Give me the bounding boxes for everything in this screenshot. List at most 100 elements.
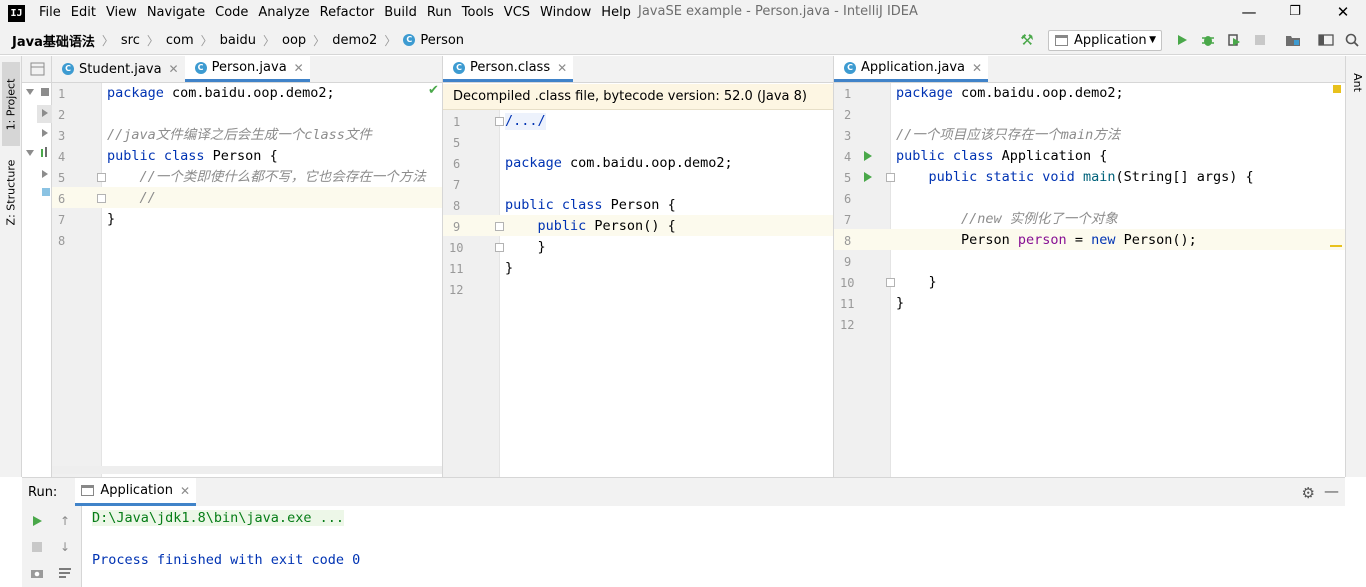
code-line[interactable]: public class Person { (505, 197, 676, 214)
code-line[interactable]: } (896, 295, 904, 312)
menu-edit[interactable]: Edit (66, 0, 101, 26)
arrow-down-icon[interactable]: ↓ (58, 540, 72, 554)
ant-tool-tab[interactable]: Ant (1348, 62, 1366, 102)
code-line[interactable]: } (107, 211, 115, 228)
breadcrumb-person-label: Person (420, 32, 465, 48)
fold-marker-icon[interactable] (97, 173, 106, 182)
project-tool-tab[interactable]: 1: Project (2, 62, 20, 146)
search-everywhere-icon[interactable] (1343, 31, 1361, 49)
minimize-panel-icon[interactable]: — (1324, 482, 1339, 500)
fold-marker-icon[interactable] (495, 243, 504, 252)
camera-icon[interactable] (30, 566, 44, 580)
breadcrumb-com[interactable]: com (166, 33, 194, 48)
breadcrumb-person[interactable]: C Person (403, 33, 464, 48)
menu-refactor[interactable]: Refactor (315, 0, 380, 26)
code-line[interactable]: } (505, 239, 546, 256)
close-tab-icon[interactable]: ✕ (557, 61, 567, 75)
intellij-logo-icon: IJ (8, 4, 25, 22)
breadcrumb-demo2[interactable]: demo2 (332, 33, 377, 48)
code-line[interactable]: } (896, 274, 937, 291)
close-tab-icon[interactable]: ✕ (972, 61, 982, 75)
line-number: 9 (844, 255, 852, 269)
menu-window[interactable]: Window (535, 0, 596, 26)
code-line[interactable]: package com.baidu.oop.demo2; (896, 85, 1124, 102)
project-tree-icons[interactable] (22, 84, 52, 224)
console-output[interactable]: D:\Java\jdk1.8\bin\java.exe ... Process … (92, 508, 360, 571)
gear-icon[interactable]: ⚙ (1302, 484, 1315, 502)
tab-student-java[interactable]: C Student.java ✕ (52, 56, 185, 82)
code-line[interactable]: } (505, 260, 513, 277)
menu-view[interactable]: View (101, 0, 142, 26)
collapse-all-icon[interactable] (22, 56, 52, 83)
code-line[interactable]: //new 实例化了一个对象 (896, 211, 1118, 228)
line-number: 4 (844, 150, 852, 164)
breadcrumb-baidu[interactable]: baidu (220, 33, 256, 48)
menu-analyze[interactable]: Analyze (253, 0, 314, 26)
build-hammer-icon[interactable]: ⚒ (1018, 31, 1036, 49)
fold-marker-icon[interactable] (495, 222, 504, 231)
close-tab-icon[interactable]: ✕ (169, 62, 179, 76)
debug-icon[interactable] (1199, 31, 1217, 49)
code-line[interactable]: //一个类即使什么都不写，它也会存在一个方法 (107, 169, 426, 186)
fold-marker-icon[interactable] (495, 117, 504, 126)
menu-code[interactable]: Code (210, 0, 253, 26)
tab-person-class[interactable]: C Person.class ✕ (443, 56, 574, 82)
run-main-gutter-icon[interactable] (864, 172, 872, 182)
close-tab-icon[interactable]: ✕ (180, 484, 190, 498)
editor-pane-person-class: C Person.class ✕ Decompiled .class file, b… (443, 56, 834, 477)
menu-build[interactable]: Build (379, 0, 422, 26)
arrow-up-icon[interactable]: ↑ (58, 514, 72, 528)
editor-pane-application-java: C Application.java ✕ 1 2 3 4 5 6 7 8 9 10 … (834, 56, 1345, 477)
fold-marker-icon[interactable] (886, 173, 895, 182)
close-tab-icon[interactable]: ✕ (294, 61, 304, 75)
horizontal-scrollbar[interactable] (52, 466, 442, 474)
editor-tabbar: C Person.class ✕ (443, 56, 833, 83)
project-structure-icon[interactable] (1284, 31, 1302, 49)
menu-bar: IJ File Edit View Navigate Code Analyze … (0, 0, 1366, 26)
menu-navigate[interactable]: Navigate (142, 0, 210, 26)
error-stripe-marker[interactable] (1330, 245, 1342, 247)
menu-run[interactable]: Run (422, 0, 457, 26)
run-configuration-select[interactable]: Application ▼ (1048, 30, 1162, 51)
code-line[interactable]: public Person() { (505, 218, 676, 235)
code-line[interactable]: public class Person { (107, 148, 278, 165)
run-icon[interactable] (1173, 31, 1191, 49)
code-line[interactable]: package com.baidu.oop.demo2; (107, 85, 335, 102)
code-line[interactable]: Person person = new Person(); (896, 232, 1197, 249)
code-line[interactable]: // (107, 190, 156, 207)
code-line[interactable]: public class Application { (896, 148, 1107, 165)
fold-marker-icon[interactable] (886, 278, 895, 287)
menu-help[interactable]: Help (596, 0, 636, 26)
menu-file[interactable]: File (34, 0, 66, 26)
minimize-button[interactable]: — (1226, 0, 1272, 24)
fold-marker-icon[interactable] (97, 194, 106, 203)
menu-vcs[interactable]: VCS (499, 0, 535, 26)
menu-tools[interactable]: Tools (457, 0, 499, 26)
warning-marker-icon[interactable] (1333, 85, 1341, 93)
tab-application-java[interactable]: C Application.java ✕ (834, 56, 989, 82)
line-number: 1 (453, 115, 461, 129)
toggle-layout-icon[interactable] (1317, 31, 1335, 49)
class-icon: C (403, 34, 416, 46)
coverage-icon[interactable] (1225, 31, 1243, 49)
line-number: 12 (449, 283, 464, 297)
breadcrumb-src[interactable]: src (121, 33, 140, 48)
stop-icon[interactable] (30, 540, 44, 554)
code-line[interactable]: public static void main(String[] args) { (896, 169, 1254, 186)
tab-person-java[interactable]: C Person.java ✕ (184, 56, 310, 82)
code-line[interactable]: package com.baidu.oop.demo2; (505, 155, 733, 172)
soft-wrap-icon[interactable] (58, 566, 72, 580)
close-window-button[interactable]: ✕ (1320, 0, 1366, 24)
line-number: 8 (844, 234, 852, 248)
code-line[interactable]: //一个项目应该只存在一个main方法 (896, 127, 1120, 144)
rerun-icon[interactable] (30, 514, 44, 528)
run-class-gutter-icon[interactable] (864, 151, 872, 161)
code-line[interactable]: //java文件编译之后会生成一个class文件 (107, 127, 372, 144)
run-tab-application[interactable]: Application ✕ (75, 478, 197, 506)
breadcrumb-oop[interactable]: oop (282, 33, 306, 48)
breadcrumb-project[interactable]: Java基础语法 (12, 31, 95, 50)
structure-tool-tab[interactable]: Z: Structure (2, 152, 20, 232)
restore-button[interactable]: ❐ (1272, 0, 1318, 24)
stop-icon[interactable] (1251, 31, 1269, 49)
folded-header-region[interactable]: /.../ (505, 113, 546, 130)
